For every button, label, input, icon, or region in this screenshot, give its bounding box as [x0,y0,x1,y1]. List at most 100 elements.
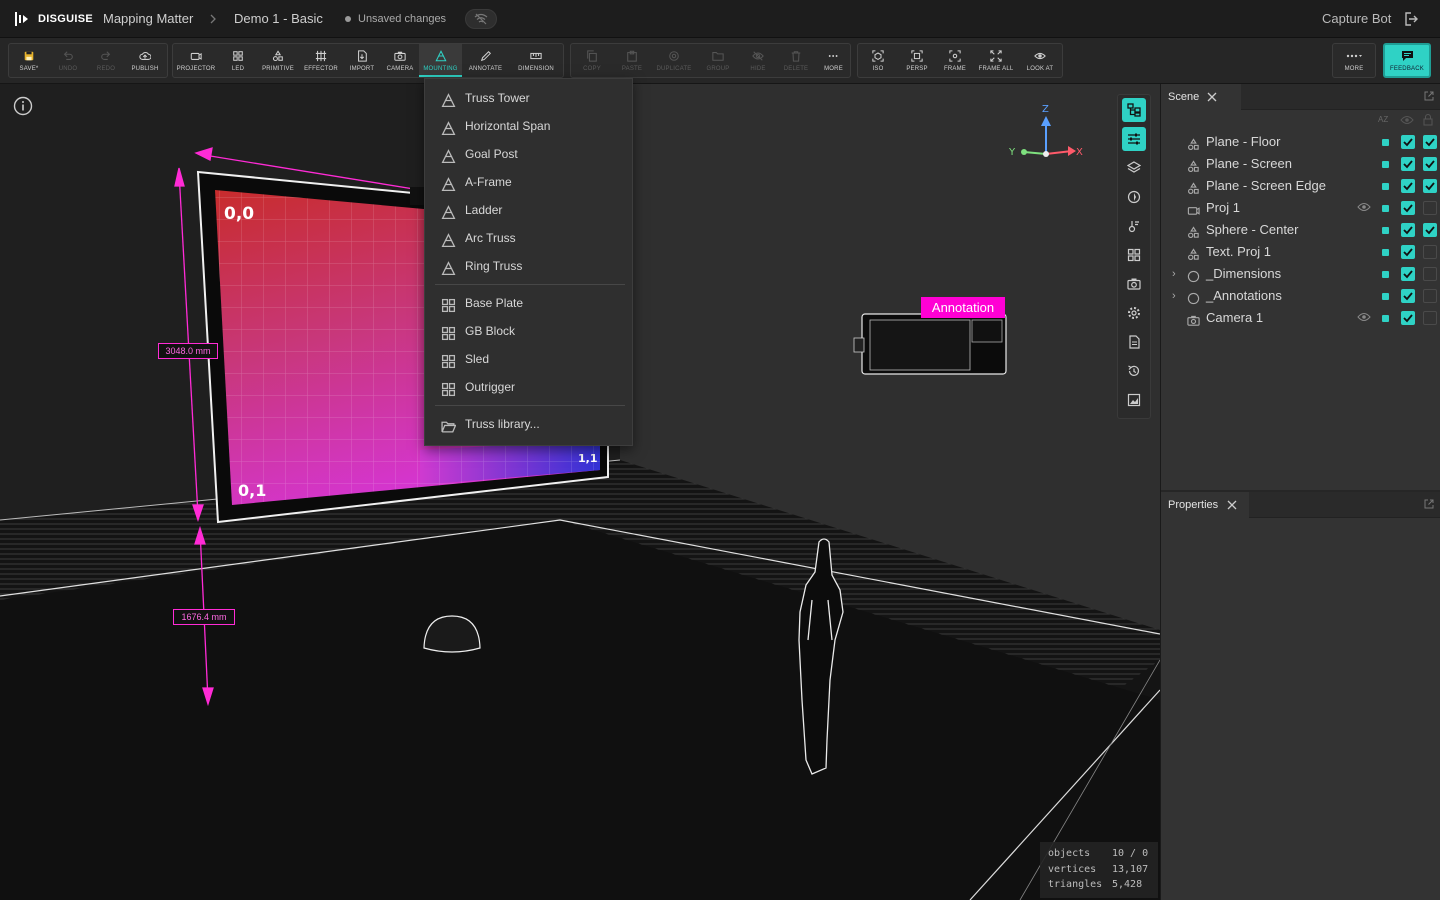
frame-button[interactable]: FRAME [936,44,974,77]
sort-az-button[interactable]: AZ [1378,115,1388,124]
camera-view-button[interactable] [1122,272,1146,296]
visible-checkbox[interactable] [1401,157,1415,171]
lock-checkbox[interactable] [1423,201,1437,215]
color-swatch[interactable] [1382,227,1389,234]
more-button[interactable]: MORE [815,44,852,77]
publish-button[interactable]: PUBLISH [125,44,165,77]
lock-checkbox[interactable] [1423,135,1437,149]
import-button[interactable]: IMPORT [343,44,381,77]
delete-button[interactable]: DELETE [777,44,815,77]
info-icon[interactable] [13,96,33,116]
lock-checkbox[interactable] [1423,267,1437,281]
look-at-button[interactable]: LOOK AT [1018,44,1062,77]
frame-all-button[interactable]: FRAME ALL [974,44,1018,77]
visible-checkbox[interactable] [1401,201,1415,215]
visible-checkbox[interactable] [1401,223,1415,237]
redo-button[interactable]: REDO [87,44,125,77]
visible-checkbox[interactable] [1401,245,1415,259]
color-swatch[interactable] [1382,249,1389,256]
scene-row[interactable]: Plane - Floor [1161,131,1440,153]
camera-button[interactable]: CAMERA [381,44,419,77]
popout-icon[interactable] [1424,91,1434,101]
document-button[interactable] [1122,330,1146,354]
color-swatch[interactable] [1382,293,1389,300]
thermometer-button[interactable] [1122,214,1146,238]
projector-model[interactable] [853,313,1007,375]
settings-button[interactable] [1122,301,1146,325]
popout-icon[interactable] [1424,499,1434,509]
menu-item-truss-tower[interactable]: Truss Tower [425,85,632,111]
menu-item-sled[interactable]: Sled [425,346,632,372]
menu-item-gb-block[interactable]: GB Block [425,318,632,344]
scene-row[interactable]: › _Dimensions [1161,263,1440,285]
breadcrumb-file[interactable]: Demo 1 - Basic [234,0,323,38]
history-button[interactable] [1122,359,1146,383]
color-swatch[interactable] [1382,205,1389,212]
expand-chevron-icon[interactable]: › [1172,285,1176,307]
color-swatch[interactable] [1382,139,1389,146]
menu-item-a-frame[interactable]: A-Frame [425,169,632,195]
annotation-label[interactable]: Annotation [921,297,1005,318]
annotate-button[interactable]: ANNOTATE [462,44,509,77]
lock-checkbox[interactable] [1423,223,1437,237]
effector-button[interactable]: EFFECTOR [299,44,343,77]
visible-checkbox[interactable] [1401,135,1415,149]
lock-checkbox[interactable] [1423,157,1437,171]
menu-item-outrigger[interactable]: Outrigger [425,374,632,400]
lock-checkbox[interactable] [1423,179,1437,193]
properties-tab[interactable]: Properties [1161,492,1249,518]
feedback-button[interactable]: FEEDBACK [1383,43,1431,78]
primitive-button[interactable]: PRIMITIVE [257,44,299,77]
lock-checkbox[interactable] [1423,311,1437,325]
scene-row[interactable]: › _Annotations [1161,285,1440,307]
image-button[interactable] [1122,388,1146,412]
lock-header-icon[interactable] [1423,114,1433,126]
menu-item-ring-truss[interactable]: Ring Truss [425,253,632,279]
visible-checkbox[interactable] [1401,267,1415,281]
scene-row[interactable]: Plane - Screen Edge [1161,175,1440,197]
user-name[interactable]: Capture Bot [1322,0,1391,38]
visible-checkbox[interactable] [1401,311,1415,325]
hide-button[interactable]: HIDE [739,44,777,77]
lock-checkbox[interactable] [1423,245,1437,259]
projector-button[interactable]: PROJECTOR [173,44,219,77]
lock-checkbox[interactable] [1423,289,1437,303]
menu-item-goal-post[interactable]: Goal Post [425,141,632,167]
scene-row[interactable]: Proj 1 [1161,197,1440,219]
color-swatch[interactable] [1382,271,1389,278]
dimension-button[interactable]: DIMENSION [509,44,563,77]
close-icon[interactable] [1227,500,1237,510]
color-swatch[interactable] [1382,315,1389,322]
dimension-height-label[interactable]: 3048.0 mm [158,343,218,359]
menu-item-arc-truss[interactable]: Arc Truss [425,225,632,251]
breadcrumb-project[interactable]: Mapping Matter [103,0,193,38]
save-button[interactable]: SAVE* [9,44,49,77]
grid-view-button[interactable] [1122,243,1146,267]
copy-button[interactable]: COPY [571,44,613,77]
paste-button[interactable]: PASTE [613,44,651,77]
visibility-eye-icon[interactable] [1357,202,1371,212]
menu-item-base-plate[interactable]: Base Plate [425,290,632,316]
scene-row[interactable]: Camera 1 [1161,307,1440,329]
group-button[interactable]: GROUP [697,44,739,77]
scene-row[interactable]: Sphere - Center [1161,219,1440,241]
layers-button[interactable] [1122,156,1146,180]
visibility-eye-icon[interactable] [1357,312,1371,322]
scene-tree-toggle[interactable] [1122,98,1146,122]
led-button[interactable]: LED [219,44,257,77]
connection-button[interactable] [465,9,497,29]
more-menu-button[interactable]: MORE [1333,44,1375,77]
menu-item-truss-library[interactable]: Truss library... [425,411,632,437]
duplicate-button[interactable]: DUPLICATE [651,44,697,77]
visible-checkbox[interactable] [1401,289,1415,303]
scene-tab[interactable]: Scene [1161,84,1241,110]
color-swatch[interactable] [1382,161,1389,168]
scene-row[interactable]: Text. Proj 1 [1161,241,1440,263]
menu-item-horizontal-span[interactable]: Horizontal Span [425,113,632,139]
expand-chevron-icon[interactable]: › [1172,263,1176,285]
iso-button[interactable]: ISO [858,44,898,77]
menu-item-ladder[interactable]: Ladder [425,197,632,223]
dimension-offset-label[interactable]: 1676.4 mm [173,609,235,625]
undo-button[interactable]: UNDO [49,44,87,77]
close-icon[interactable] [1207,92,1217,102]
